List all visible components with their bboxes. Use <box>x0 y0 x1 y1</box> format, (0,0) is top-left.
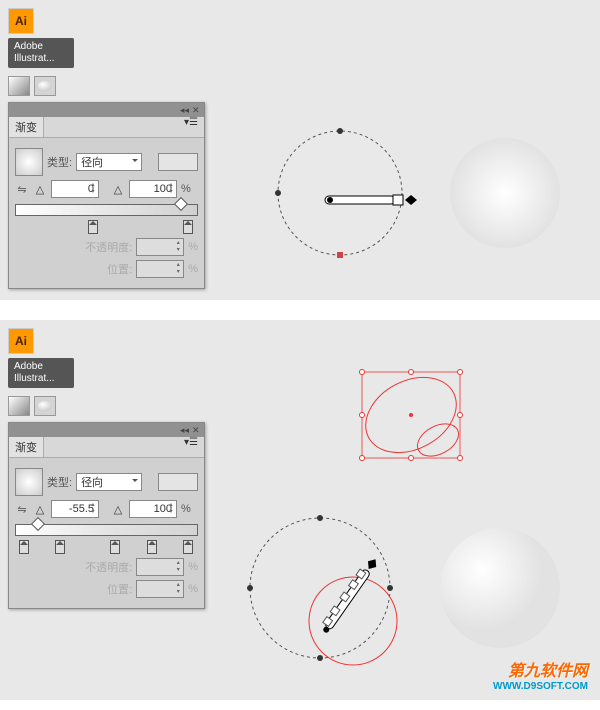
type-row: 类型: 径向 <box>15 148 198 176</box>
highlight-ellipse-small <box>412 417 464 462</box>
close-icon[interactable]: ✕ <box>192 426 200 434</box>
panel-titlebar: ◂◂ ✕ <box>9 103 204 117</box>
color-stop[interactable] <box>55 540 65 554</box>
position-input[interactable]: ▴▾ <box>136 580 184 598</box>
angle-icon: △ <box>33 182 47 196</box>
opacity-input[interactable]: ▴▾ <box>136 558 184 576</box>
gradient-fill-button[interactable] <box>8 396 30 416</box>
annotator-end-box <box>393 195 403 205</box>
toolstrip <box>8 76 592 96</box>
color-stop[interactable] <box>110 540 120 554</box>
screenshot-2: Ai Adobe Illustrat... ◂◂ ✕ 渐变 ▾☰ 类型: 径向 ⇋… <box>0 320 600 700</box>
annotator-end-diamond <box>405 195 417 205</box>
gradient-annotator-bar <box>325 196 395 204</box>
anchor-top <box>337 128 343 134</box>
panel-menu-icon[interactable]: ▾☰ <box>178 117 204 137</box>
close-icon[interactable]: ✕ <box>192 106 200 114</box>
color-stop[interactable] <box>183 540 193 554</box>
type-row: 类型: 径向 <box>15 468 198 496</box>
percent-label: % <box>181 183 191 195</box>
gradient-swatch[interactable] <box>15 148 43 176</box>
gradient-panel: ◂◂ ✕ 渐变 ▾☰ 类型: 径向 ⇋ △ 0▴▾ △ 100▴▾ % <box>8 102 205 289</box>
panel-menu-icon[interactable]: ▾☰ <box>178 437 204 457</box>
dashed-circle[interactable] <box>278 131 402 255</box>
annotator-start-dot <box>327 197 333 203</box>
screenshot-1: Ai Adobe Illustrat... ◂◂ ✕ 渐变 ▾☰ 类型: 径向 … <box>0 0 600 300</box>
gradient-ramp[interactable] <box>15 204 198 216</box>
panel-tabs: 渐变 ▾☰ <box>9 117 204 138</box>
illustrator-app-label: Adobe Illustrat... <box>8 38 74 68</box>
result-sphere <box>450 138 560 248</box>
panel-titlebar: ◂◂ ✕ <box>9 423 204 437</box>
illustrator-app-icon[interactable]: Ai <box>8 8 34 34</box>
type-dropdown[interactable]: 径向 <box>76 473 142 491</box>
collapse-icon[interactable]: ◂◂ <box>180 426 188 434</box>
type-label: 类型: <box>47 154 72 170</box>
gradient-ramp-editor[interactable] <box>15 204 198 228</box>
position-row: 位置: ▴▾ % <box>15 260 198 278</box>
angle-input[interactable]: 0▴▾ <box>51 180 99 198</box>
angle-aspect-row: ⇋ △ 0▴▾ △ 100▴▾ % <box>15 180 198 198</box>
gradient-mini-preview <box>158 153 198 171</box>
gradient-mini-preview <box>158 473 198 491</box>
reverse-gradient-icon[interactable]: ⇋ <box>15 181 29 197</box>
anchor-bottom <box>337 252 343 258</box>
collapse-icon[interactable]: ◂◂ <box>180 106 188 114</box>
reverse-gradient-icon[interactable]: ⇋ <box>15 501 29 517</box>
type-dropdown[interactable]: 径向 <box>76 153 142 171</box>
angle-input[interactable]: -55.5▴▾ <box>51 500 99 518</box>
color-stop[interactable] <box>19 540 29 554</box>
aspect-input[interactable]: 100▴▾ <box>129 500 177 518</box>
radial-preview-button[interactable] <box>34 396 56 416</box>
highlight-circle[interactable] <box>309 577 397 665</box>
aspect-input[interactable]: 100▴▾ <box>129 180 177 198</box>
gradient-ramp-editor[interactable] <box>15 524 198 548</box>
illustrator-app-label: Adobe Illustrat... <box>8 358 74 388</box>
result-sphere <box>440 528 560 648</box>
gradient-panel: ◂◂ ✕ 渐变 ▾☰ 类型: 径向 ⇋ △ -55.5▴▾ △ 100▴▾ % <box>8 422 205 609</box>
color-stop[interactable] <box>88 220 98 234</box>
opacity-label: 不透明度: <box>85 239 132 255</box>
aspect-icon: △ <box>111 182 125 196</box>
position-input[interactable]: ▴▾ <box>136 260 184 278</box>
angle-aspect-row: ⇋ △ -55.5▴▾ △ 100▴▾ % <box>15 500 198 518</box>
illustrator-app-icon[interactable]: Ai <box>8 328 34 354</box>
watermark: 第九软件网 WWW.D9SOFT.COM <box>493 657 588 692</box>
gradient-fill-button[interactable] <box>8 76 30 96</box>
gradient-annotator[interactable] <box>319 555 380 635</box>
radial-preview-button[interactable] <box>34 76 56 96</box>
position-label: 位置: <box>107 261 132 277</box>
tab-gradient[interactable]: 渐变 <box>9 117 44 137</box>
opacity-row: 不透明度: ▴▾ % <box>15 238 198 256</box>
anchor-left <box>275 190 281 196</box>
opacity-input[interactable]: ▴▾ <box>136 238 184 256</box>
dashed-circle[interactable] <box>250 518 390 658</box>
color-stop[interactable] <box>147 540 157 554</box>
color-stop[interactable] <box>183 220 193 234</box>
tab-gradient[interactable]: 渐变 <box>9 437 44 457</box>
toolstrip <box>8 396 592 416</box>
gradient-swatch[interactable] <box>15 468 43 496</box>
